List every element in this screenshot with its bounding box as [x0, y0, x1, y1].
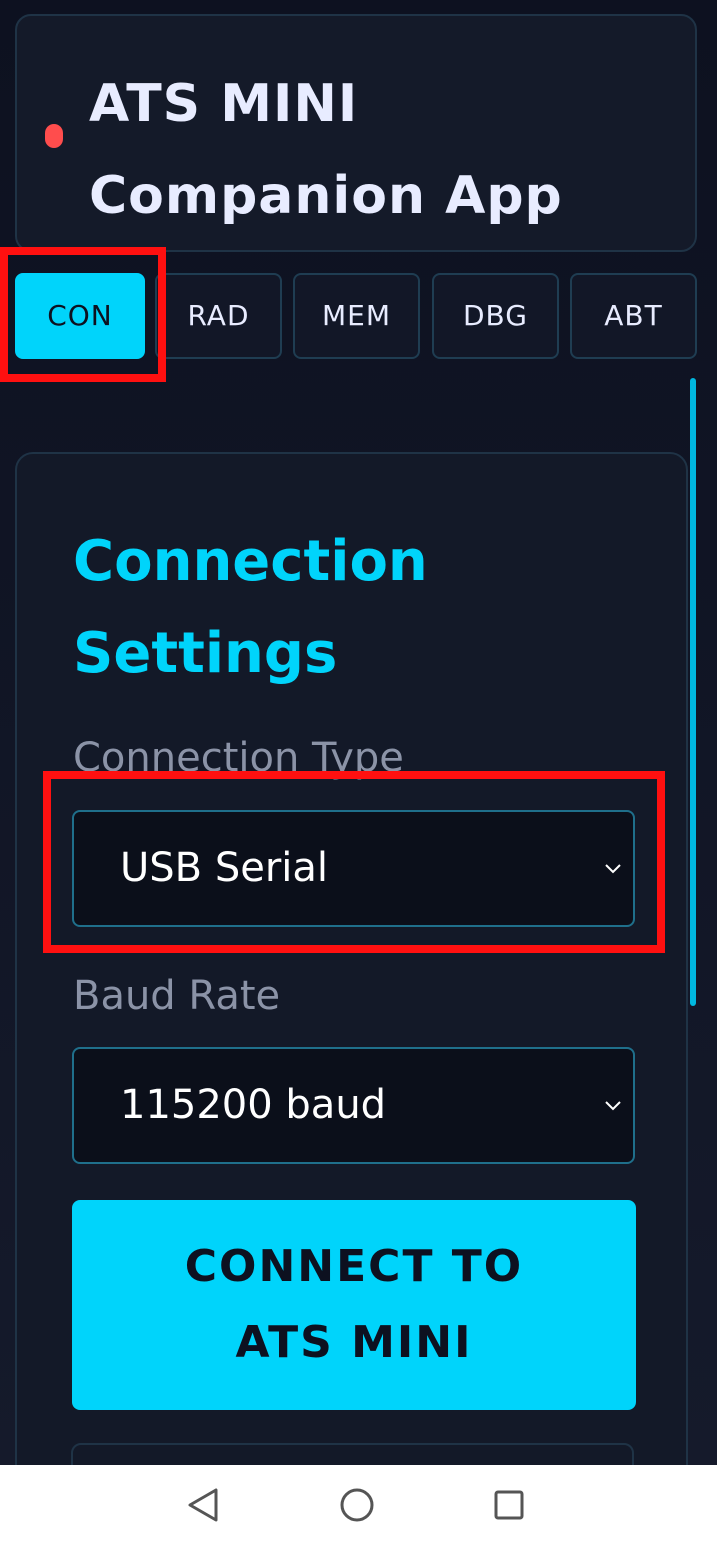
- connection-type-value: USB Serial: [120, 845, 329, 891]
- tab-abt[interactable]: ABT: [570, 273, 697, 359]
- app-title: ATS MINI Companion App: [89, 58, 649, 242]
- baud-rate-select[interactable]: 115200 baud: [72, 1047, 635, 1164]
- app-screen: ATS MINI Companion App CON RAD MEM DBG A…: [0, 0, 717, 1465]
- baud-rate-value: 115200 baud: [120, 1082, 387, 1128]
- next-card-edge: [71, 1443, 634, 1465]
- app-title-line2: Companion App: [89, 166, 563, 226]
- app-title-line1: ATS MINI: [89, 74, 359, 134]
- baud-rate-label: Baud Rate: [73, 973, 281, 1019]
- tab-con[interactable]: CON: [15, 273, 145, 359]
- connection-status-dot: [45, 124, 63, 148]
- tab-dbg[interactable]: DBG: [432, 273, 559, 359]
- connection-type-select[interactable]: USB Serial: [72, 810, 635, 927]
- system-navigation-bar: [0, 1465, 717, 1547]
- recents-square-icon[interactable]: [487, 1483, 531, 1527]
- tab-bar: CON RAD MEM DBG ABT: [15, 273, 699, 361]
- scrollbar-thumb[interactable]: [690, 378, 696, 1006]
- connection-settings-card: Connection Settings Connection Type USB …: [15, 452, 688, 1465]
- scrollbar[interactable]: [690, 378, 696, 1448]
- connection-type-label: Connection Type: [73, 735, 404, 781]
- app-header: ATS MINI Companion App: [15, 14, 697, 252]
- connect-button[interactable]: CONNECT TO ATS MINI: [72, 1200, 636, 1410]
- tab-rad[interactable]: RAD: [155, 273, 282, 359]
- tab-mem[interactable]: MEM: [293, 273, 420, 359]
- home-circle-icon[interactable]: [335, 1483, 379, 1527]
- connection-settings-title: Connection Settings: [73, 529, 428, 686]
- back-triangle-icon[interactable]: [181, 1483, 225, 1527]
- chevron-down-icon: [605, 1101, 621, 1111]
- chevron-down-icon: [605, 864, 621, 874]
